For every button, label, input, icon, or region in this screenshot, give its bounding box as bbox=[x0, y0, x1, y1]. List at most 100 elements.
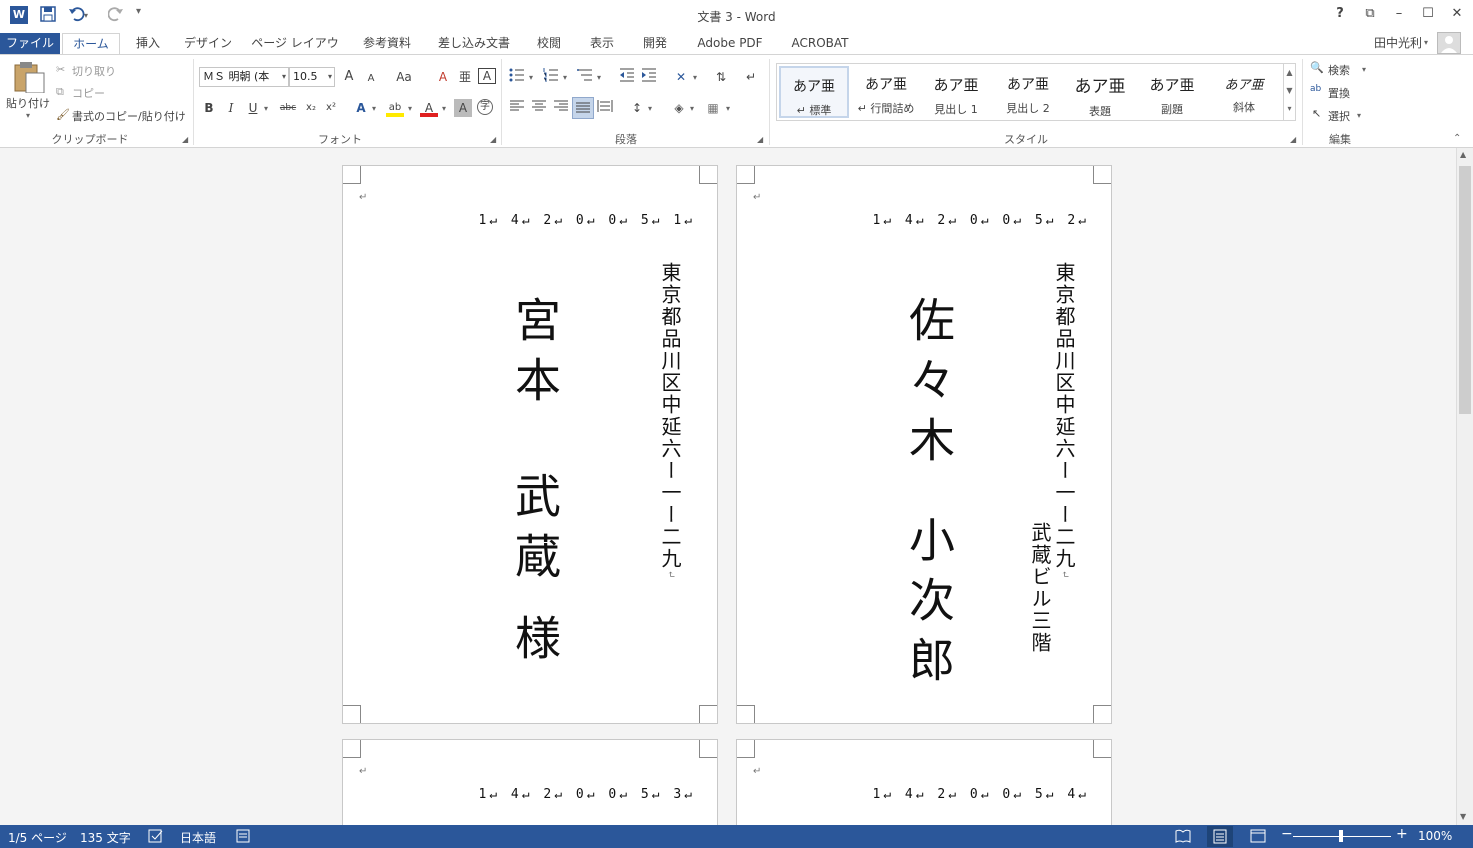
numbering-dropdown-icon[interactable]: ▾ bbox=[563, 73, 567, 82]
superscript-button[interactable]: x² bbox=[322, 99, 340, 117]
style-title[interactable]: あア亜 表題 bbox=[1065, 66, 1135, 118]
tab-view[interactable]: 表示 bbox=[584, 33, 620, 54]
ribbon-display-options-icon[interactable]: ⧉ bbox=[1360, 6, 1380, 21]
styles-launcher-icon[interactable]: ◢ bbox=[1290, 135, 1296, 144]
decrease-indent-icon[interactable] bbox=[618, 68, 636, 86]
bullets-icon[interactable] bbox=[508, 68, 526, 86]
text-effects-icon[interactable]: A bbox=[352, 99, 370, 117]
sort-icon[interactable]: ⇅ bbox=[712, 68, 730, 86]
scroll-down-icon[interactable]: ▼ bbox=[1460, 812, 1466, 821]
collapse-ribbon-icon[interactable]: ⌃ bbox=[1453, 133, 1461, 144]
borders-dropdown-icon[interactable]: ▾ bbox=[726, 104, 730, 113]
paste-dropdown-icon[interactable]: ▾ bbox=[26, 111, 30, 120]
tab-review[interactable]: 校閲 bbox=[531, 33, 567, 54]
select-icon[interactable]: ↖ bbox=[1312, 107, 1321, 120]
find-button[interactable]: 検索 bbox=[1328, 62, 1350, 78]
replace-icon[interactable]: ab bbox=[1310, 84, 1321, 94]
tab-mailings[interactable]: 差し込み文書 bbox=[434, 33, 514, 54]
language[interactable]: 日本語 bbox=[180, 829, 216, 846]
style-normal[interactable]: あア亜 ↵ 標準 bbox=[779, 66, 849, 118]
replace-button[interactable]: 置換 bbox=[1328, 85, 1350, 101]
paste-button[interactable]: 貼り付け bbox=[6, 95, 50, 111]
word-count[interactable]: 135 文字 bbox=[80, 829, 131, 846]
vertical-scrollbar[interactable]: ▲ ▼ bbox=[1456, 148, 1473, 825]
align-right-icon[interactable] bbox=[552, 99, 570, 117]
font-color-dropdown-icon[interactable]: ▾ bbox=[442, 104, 446, 113]
style-heading-1[interactable]: あア亜 見出し 1 bbox=[921, 66, 991, 118]
print-layout-icon[interactable] bbox=[1207, 826, 1233, 847]
avatar[interactable] bbox=[1437, 32, 1461, 54]
clear-formatting-icon[interactable]: A bbox=[434, 68, 452, 86]
tab-design[interactable]: デザイン bbox=[183, 33, 233, 54]
text-effects-dropdown-icon[interactable]: ▾ bbox=[372, 104, 376, 113]
justify-icon[interactable] bbox=[572, 97, 594, 119]
tab-developer[interactable]: 開発 bbox=[637, 33, 673, 54]
paste-icon[interactable] bbox=[12, 61, 46, 94]
close-button[interactable]: ✕ bbox=[1447, 6, 1467, 21]
proofing-icon[interactable] bbox=[148, 829, 164, 846]
style-subtitle[interactable]: あア亜 副題 bbox=[1137, 66, 1207, 118]
user-name[interactable]: 田中光利 bbox=[1366, 33, 1422, 54]
shading-dropdown-icon[interactable]: ▾ bbox=[690, 104, 694, 113]
tab-home[interactable]: ホーム bbox=[62, 33, 120, 54]
scroll-thumb[interactable] bbox=[1459, 166, 1471, 414]
copy-icon[interactable]: ⧉ bbox=[56, 85, 64, 99]
select-dropdown-icon[interactable]: ▾ bbox=[1357, 111, 1361, 120]
maximize-button[interactable]: ☐ bbox=[1418, 6, 1438, 21]
line-spacing-icon[interactable]: ↕ bbox=[628, 99, 646, 117]
shading-icon[interactable]: ◈ bbox=[670, 99, 688, 117]
scroll-up-icon[interactable]: ▲ bbox=[1460, 150, 1466, 159]
tab-references[interactable]: 参考資料 bbox=[357, 33, 417, 54]
find-icon[interactable]: 🔍 bbox=[1310, 61, 1324, 74]
tab-acrobat[interactable]: ACROBAT bbox=[787, 33, 853, 54]
distributed-icon[interactable] bbox=[596, 99, 614, 117]
tab-file[interactable]: ファイル bbox=[0, 33, 60, 54]
phonetic-guide-icon[interactable]: 亜 bbox=[456, 68, 474, 86]
gallery-more-icon[interactable]: ▾ bbox=[1284, 100, 1295, 118]
style-emphasis[interactable]: あア亜 斜体 bbox=[1209, 66, 1279, 118]
page-count[interactable]: 1/5 ページ bbox=[8, 829, 67, 846]
italic-button[interactable]: I bbox=[222, 99, 240, 117]
format-painter-icon[interactable]: 🖌 bbox=[56, 108, 70, 121]
page[interactable]: ↵ 1↵ 4↵ 2↵ 0↵ 0↵ 5↵ 1↵ 東京都品川区中延六ー一ー二九↵ 宮… bbox=[342, 165, 718, 724]
asian-layout-dropdown-icon[interactable]: ▾ bbox=[693, 73, 697, 82]
font-name-combo[interactable]: ＭＳ 明朝 (本 ▾ bbox=[199, 67, 289, 87]
borders-icon[interactable]: ▦ bbox=[704, 99, 722, 117]
character-shading-icon[interactable]: A bbox=[454, 99, 472, 117]
zoom-out-button[interactable]: − bbox=[1281, 826, 1293, 842]
style-no-spacing[interactable]: あア亜 ↵ 行間詰め bbox=[851, 66, 921, 118]
font-launcher-icon[interactable]: ◢ bbox=[490, 135, 496, 144]
bold-button[interactable]: B bbox=[200, 99, 218, 117]
gallery-down-icon[interactable]: ▼ bbox=[1284, 82, 1295, 100]
format-painter-button[interactable]: 書式のコピー/貼り付け bbox=[72, 108, 186, 124]
shrink-font-icon[interactable]: A bbox=[362, 70, 380, 88]
multilevel-list-icon[interactable] bbox=[576, 68, 594, 86]
align-left-icon[interactable] bbox=[508, 99, 526, 117]
underline-dropdown-icon[interactable]: ▾ bbox=[264, 104, 268, 113]
underline-button[interactable]: U bbox=[244, 99, 262, 117]
character-border-icon[interactable]: A bbox=[478, 68, 496, 84]
macro-recording-icon[interactable] bbox=[236, 829, 250, 846]
select-button[interactable]: 選択 bbox=[1328, 108, 1350, 124]
show-paragraph-marks-icon[interactable]: ↵ bbox=[742, 68, 760, 86]
document-area[interactable]: ↵ 1↵ 4↵ 2↵ 0↵ 0↵ 5↵ 1↵ 東京都品川区中延六ー一ー二九↵ 宮… bbox=[0, 148, 1456, 825]
clipboard-launcher-icon[interactable]: ◢ bbox=[182, 135, 188, 144]
find-dropdown-icon[interactable]: ▾ bbox=[1362, 65, 1366, 74]
grow-font-icon[interactable]: A bbox=[340, 68, 358, 86]
zoom-level[interactable]: 100% bbox=[1418, 829, 1452, 843]
subscript-button[interactable]: x₂ bbox=[302, 99, 320, 117]
highlight-icon[interactable]: ab bbox=[386, 99, 404, 117]
copy-button[interactable]: コピー bbox=[72, 85, 105, 101]
tab-insert[interactable]: 挿入 bbox=[130, 33, 166, 54]
strikethrough-button[interactable]: abc bbox=[276, 99, 300, 117]
enclose-characters-icon[interactable]: 字 bbox=[477, 99, 493, 115]
change-case-icon[interactable]: Aa bbox=[392, 68, 416, 86]
font-color-icon[interactable]: A bbox=[420, 99, 438, 117]
cut-button[interactable]: 切り取り bbox=[72, 63, 116, 79]
bullets-dropdown-icon[interactable]: ▾ bbox=[529, 73, 533, 82]
tab-page-layout[interactable]: ページ レイアウト bbox=[250, 33, 340, 70]
read-mode-icon[interactable] bbox=[1175, 829, 1191, 846]
gallery-up-icon[interactable]: ▲ bbox=[1284, 64, 1295, 82]
zoom-in-button[interactable]: + bbox=[1396, 826, 1408, 842]
highlight-dropdown-icon[interactable]: ▾ bbox=[408, 104, 412, 113]
